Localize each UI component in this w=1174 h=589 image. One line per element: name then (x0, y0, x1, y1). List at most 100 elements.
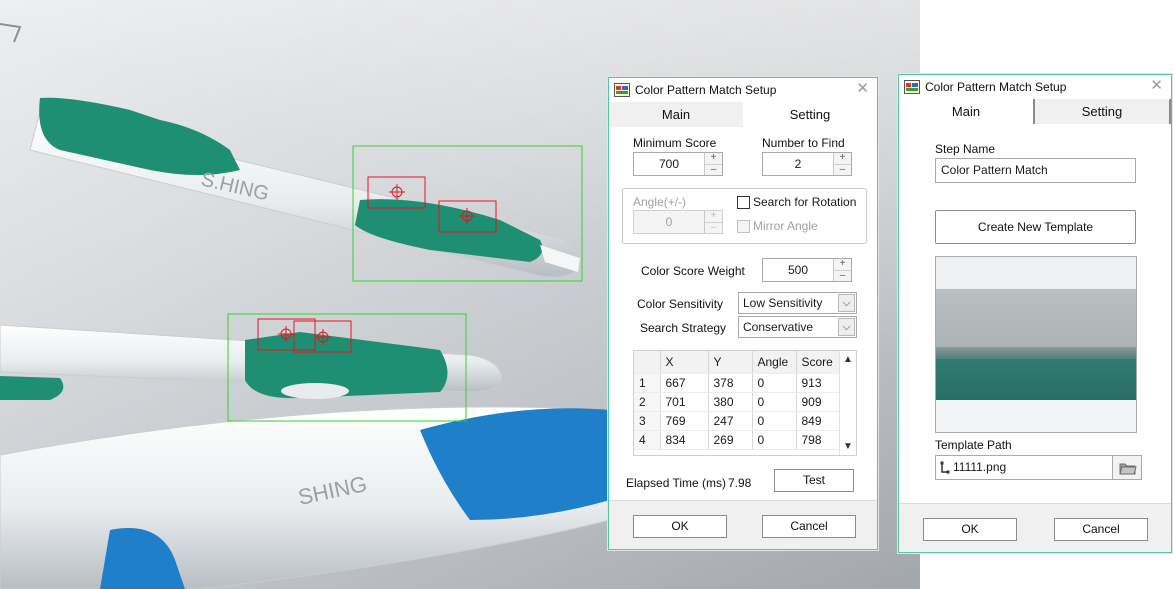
number-to-find-label: Number to Find (762, 136, 845, 150)
cell-y: 247 (708, 411, 753, 431)
titlebar: Color Pattern Match Setup ✕ (899, 75, 1171, 99)
color-sensitivity-select[interactable]: Low Sensitivity ⌵ (738, 292, 857, 314)
minimum-score-stepper[interactable]: 700 + – (633, 152, 723, 176)
tab-bar: Main Setting (609, 102, 877, 127)
main-panel: Step Name Color Pattern Match Create New… (899, 124, 1171, 503)
increment-icon[interactable]: + (705, 153, 722, 164)
template-path-input[interactable]: 11111.png (935, 455, 1113, 480)
elapsed-time-value: 7.98 (728, 476, 752, 490)
create-new-template-button[interactable]: Create New Template (935, 210, 1136, 244)
checkbox-box[interactable] (737, 195, 750, 209)
decrement-icon[interactable]: – (705, 164, 722, 175)
chevron-down-icon[interactable]: ⌵ (838, 294, 855, 312)
row-number: 3 (634, 411, 661, 431)
column-header-x[interactable]: X (660, 351, 709, 374)
search-for-rotation-checkbox[interactable]: Search for Rotation (737, 195, 856, 209)
search-strategy-select[interactable]: Conservative ⌵ (738, 316, 857, 338)
template-preview-image (935, 256, 1137, 433)
angle-label: Angle(+/-) (633, 195, 687, 209)
color-sensitivity-value[interactable]: Low Sensitivity (743, 293, 822, 313)
window-title: Color Pattern Match Setup (925, 80, 1067, 94)
table-row[interactable]: 1 667 378 0 913 (634, 373, 841, 393)
increment-icon[interactable]: + (834, 259, 851, 270)
ok-button[interactable]: OK (633, 515, 727, 538)
dialog-footer: OK Cancel (609, 500, 877, 549)
cell-angle: 0 (752, 392, 797, 412)
cell-score: 798 (796, 430, 841, 450)
dialog-settings: Color Pattern Match Setup ✕ Main Setting… (608, 77, 878, 550)
folder-icon (1119, 463, 1137, 475)
column-header-score[interactable]: Score (796, 351, 841, 374)
minimum-score-value[interactable]: 700 (634, 153, 704, 175)
increment-icon[interactable]: + (834, 153, 851, 164)
increment-icon: + (705, 211, 722, 222)
tab-setting[interactable]: Setting (1035, 99, 1171, 124)
test-button[interactable]: Test (774, 469, 854, 492)
cell-angle: 0 (752, 411, 797, 431)
checkbox-box (737, 219, 750, 233)
column-header-angle[interactable]: Angle (752, 351, 797, 374)
close-icon[interactable]: ✕ (856, 81, 869, 97)
search-for-rotation-label: Search for Rotation (753, 195, 857, 209)
labview-vi-icon (904, 80, 920, 94)
table-header-row: X Y Angle Score (634, 351, 841, 374)
path-icon (940, 461, 950, 474)
tab-main[interactable]: Main (609, 102, 743, 127)
number-to-find-value[interactable]: 2 (763, 153, 833, 175)
elapsed-time-label: Elapsed Time (ms) (626, 476, 727, 490)
search-strategy-label: Search Strategy (640, 321, 727, 335)
cell-score: 913 (796, 373, 841, 393)
number-to-find-stepper[interactable]: 2 + – (762, 152, 852, 176)
row-header-corner (634, 351, 661, 374)
color-score-weight-value[interactable]: 500 (763, 259, 833, 281)
titlebar: Color Pattern Match Setup ✕ (609, 78, 877, 102)
search-strategy-value[interactable]: Conservative (743, 317, 813, 337)
table-scrollbar[interactable]: ▲ ▼ (839, 351, 856, 455)
step-name-value[interactable]: Color Pattern Match (941, 159, 1048, 182)
color-score-weight-label: Color Score Weight (641, 264, 745, 278)
cell-x: 834 (660, 430, 709, 450)
color-sensitivity-label: Color Sensitivity (637, 297, 724, 311)
cancel-button[interactable]: Cancel (762, 515, 856, 538)
cell-y: 269 (708, 430, 753, 450)
minimum-score-label: Minimum Score (633, 136, 717, 150)
cell-x: 701 (660, 392, 709, 412)
dialog-main: Color Pattern Match Setup ✕ Main Setting… (898, 74, 1172, 553)
cell-y: 380 (708, 392, 753, 412)
table-row[interactable]: 3 769 247 0 849 (634, 411, 841, 431)
template-path-value[interactable]: 11111.png (953, 456, 1006, 479)
close-icon[interactable]: ✕ (1150, 78, 1163, 94)
row-number: 4 (634, 430, 661, 450)
angle-stepper: 0 + – (633, 210, 723, 234)
scroll-up-icon[interactable]: ▲ (840, 354, 856, 365)
decrement-icon: – (705, 222, 722, 233)
settings-panel: Minimum Score 700 + – Number to Find 2 + –… (609, 127, 877, 500)
mirror-angle-checkbox: Mirror Angle (737, 219, 818, 233)
step-name-input[interactable]: Color Pattern Match (935, 158, 1136, 183)
table-row[interactable]: 2 701 380 0 909 (634, 392, 841, 412)
tab-bar: Main Setting (899, 99, 1171, 124)
browse-button[interactable] (1112, 455, 1142, 480)
color-score-weight-stepper[interactable]: 500 + – (762, 258, 852, 282)
tab-main[interactable]: Main (899, 99, 1035, 124)
cell-angle: 0 (752, 373, 797, 393)
cell-angle: 0 (752, 430, 797, 450)
cancel-button[interactable]: Cancel (1054, 518, 1148, 541)
row-number: 2 (634, 392, 661, 412)
decrement-icon[interactable]: – (834, 164, 851, 175)
angle-value: 0 (665, 215, 673, 229)
scroll-down-icon[interactable]: ▼ (840, 441, 856, 452)
table-row[interactable]: 4 834 269 0 798 (634, 430, 841, 450)
column-header-y[interactable]: Y (708, 351, 753, 374)
ok-button[interactable]: OK (923, 518, 1017, 541)
tab-setting[interactable]: Setting (743, 102, 877, 127)
cell-score: 849 (796, 411, 841, 431)
results-table[interactable]: X Y Angle Score 1 667 378 0 913 2 701 38… (633, 350, 857, 456)
cell-y: 378 (708, 373, 753, 393)
window-title: Color Pattern Match Setup (635, 83, 777, 97)
chevron-down-icon[interactable]: ⌵ (838, 318, 855, 336)
row-number: 1 (634, 373, 661, 393)
decrement-icon[interactable]: – (834, 270, 851, 281)
cell-x: 667 (660, 373, 709, 393)
cell-x: 769 (660, 411, 709, 431)
